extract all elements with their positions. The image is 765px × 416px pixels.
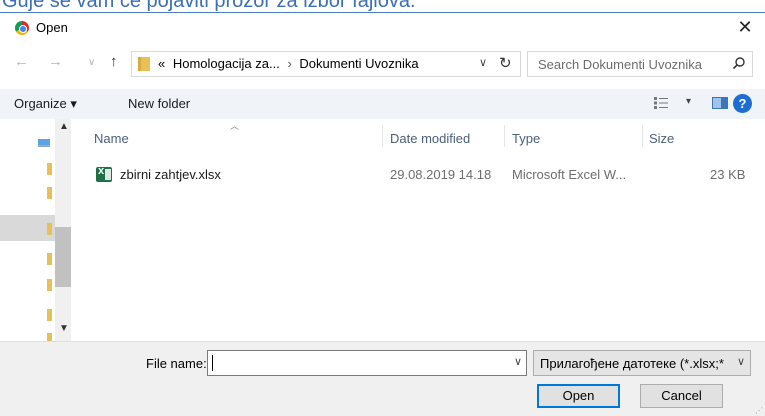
nav-scrollbar-thumb[interactable] (55, 227, 71, 287)
open-button[interactable]: Open (537, 384, 620, 408)
address-dropdown-button[interactable]: ∨ (479, 56, 487, 69)
file-type: Microsoft Excel W... (512, 167, 627, 182)
open-file-dialog: Open ✕ ← → ∨ ↑ « Homologacija za... › Do… (0, 12, 765, 416)
this-pc-icon[interactable] (38, 139, 50, 147)
search-input[interactable]: Search Dokumenti Uvoznika (527, 51, 753, 77)
window-title: Open (36, 20, 68, 35)
search-placeholder: Search Dokumenti Uvoznika (538, 57, 703, 72)
excel-file-icon (96, 165, 112, 182)
text-caret (212, 355, 213, 371)
column-header-name[interactable]: Name (94, 131, 129, 146)
column-header-date-modified[interactable]: Date modified (390, 131, 470, 146)
breadcrumb-item-homologacija[interactable]: Homologacija za... (173, 56, 280, 71)
chevron-down-icon[interactable]: ∨ (514, 355, 522, 368)
column-divider (382, 125, 383, 147)
scroll-down-icon[interactable]: ▼ (59, 323, 69, 334)
search-icon[interactable] (732, 56, 746, 70)
forward-button[interactable]: → (48, 53, 63, 70)
view-dropdown-button[interactable]: ▾ (686, 96, 691, 107)
chevron-down-icon[interactable]: ∨ (737, 355, 745, 368)
folder-icon[interactable] (47, 163, 52, 175)
recent-locations-button[interactable]: ∨ (88, 57, 95, 68)
back-button[interactable]: ← (14, 53, 29, 70)
title-bar: Open ✕ (0, 13, 765, 43)
scroll-up-icon[interactable]: ▲ (59, 121, 69, 132)
file-list: Name ︿ Date modified Type Size zbirni za… (72, 119, 765, 341)
organize-button[interactable]: Organize ▾ (14, 96, 77, 112)
address-row: ← → ∨ ↑ « Homologacija za... › Dokumenti… (0, 49, 765, 79)
refresh-button[interactable]: ↻ (499, 54, 512, 72)
footer-panel: File name: ∨ Прилагођене датотеке (*.xls… (0, 341, 765, 416)
file-name-input[interactable]: ∨ (207, 350, 527, 376)
column-header-type[interactable]: Type (512, 131, 540, 146)
sort-ascending-icon: ︿ (230, 121, 240, 131)
folder-icon (138, 57, 150, 71)
file-type-select[interactable]: Прилагођене датотеке (*.xlsx;* ∨ (533, 350, 751, 376)
navigation-pane[interactable]: ▲ ▼ (0, 119, 72, 341)
column-divider (504, 125, 505, 147)
folder-icon[interactable] (47, 187, 52, 199)
folder-icon[interactable] (47, 309, 52, 321)
folder-icon[interactable] (47, 279, 52, 291)
table-row[interactable]: zbirni zahtjev.xlsx 29.08.2019 14.18 Mic… (88, 165, 758, 187)
folder-icon[interactable] (47, 223, 52, 235)
breadcrumb: « Homologacija za... › Dokumenti Uvoznik… (158, 56, 419, 71)
file-name: zbirni zahtjev.xlsx (120, 167, 221, 182)
folder-icon[interactable] (47, 253, 52, 265)
breadcrumb-separator: › (287, 56, 292, 71)
up-button[interactable]: ↑ (110, 53, 118, 70)
column-divider (642, 125, 643, 147)
close-button[interactable]: ✕ (725, 13, 765, 41)
address-bar[interactable]: « Homologacija za... › Dokumenti Uvoznik… (131, 51, 521, 77)
new-folder-button[interactable]: New folder (128, 96, 190, 111)
file-date-modified: 29.08.2019 14.18 (390, 167, 492, 182)
help-icon[interactable]: ? (733, 94, 752, 113)
file-type-value: Прилагођене датотеке (*.xlsx;* (540, 356, 724, 371)
chrome-app-icon (15, 21, 29, 35)
breadcrumb-overflow[interactable]: « (158, 56, 165, 71)
command-toolbar: Organize ▾ New folder ▾ ? (0, 89, 765, 119)
file-name-label: File name: (146, 356, 207, 371)
file-size: 23 KB (710, 167, 746, 182)
breadcrumb-item-dokumenti-uvoznika[interactable]: Dokumenti Uvoznika (299, 56, 418, 71)
resize-grip-icon[interactable]: ⋰ (755, 406, 763, 415)
column-header-size[interactable]: Size (649, 131, 674, 146)
folder-icon[interactable] (47, 333, 52, 341)
preview-pane-icon[interactable] (712, 97, 728, 109)
view-options-icon[interactable] (654, 97, 668, 109)
cancel-button[interactable]: Cancel (640, 384, 723, 408)
